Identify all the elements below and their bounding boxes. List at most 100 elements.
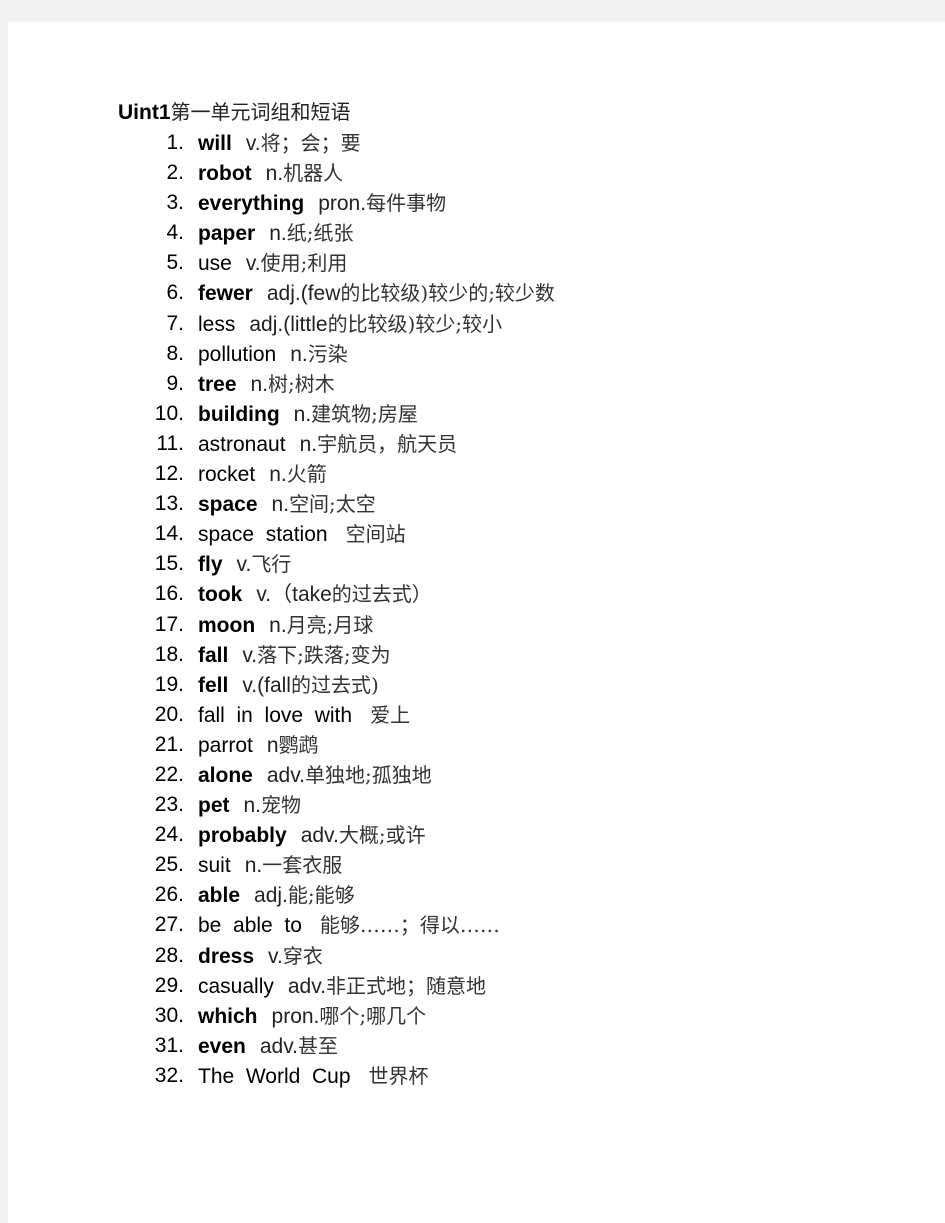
- item-term-line: paper n.纸;纸张: [198, 218, 353, 249]
- item-meaning: 的过去式): [290, 672, 379, 697]
- item-part-of-speech: n.: [269, 222, 287, 246]
- item-definition: adj.能;能够: [254, 883, 355, 908]
- item-part-of-speech: v.: [236, 553, 252, 577]
- item-term-line: alone adv.单独地;孤独地: [198, 760, 432, 791]
- item-term-line: robot n.机器人: [198, 158, 343, 189]
- item-part-of-speech: adv.: [287, 974, 327, 998]
- item-term: use: [198, 252, 232, 276]
- item-definition: n.建筑物;房屋: [293, 402, 418, 426]
- item-meaning: 一套衣服: [262, 853, 343, 878]
- item-part-of-speech: v.: [242, 643, 258, 667]
- item-term: will: [198, 132, 232, 155]
- item-meaning: 宇航员，航天员: [317, 431, 458, 456]
- item-meaning: 空间站: [345, 522, 406, 547]
- item-number: 27.: [154, 913, 184, 937]
- item-term-line: pollution n.污染: [198, 339, 348, 370]
- item-part-of-speech: n.: [271, 493, 290, 517]
- item-definition: v.使用;利用: [245, 251, 348, 276]
- item-number: 5.: [166, 251, 184, 275]
- item-meaning: 宠物: [261, 793, 302, 818]
- item-term-line: fewer adj.(few的比较级)较少的;较少数: [198, 278, 555, 309]
- item-meaning: 使用;利用: [260, 251, 348, 276]
- item-term: pet: [198, 794, 230, 818]
- item-meaning: 月亮;月球: [286, 612, 374, 637]
- item-number: 31.: [154, 1033, 184, 1057]
- item-term-line: use v.使用;利用: [198, 248, 347, 279]
- item-term: robot: [198, 162, 252, 186]
- item-definition: pron.每件事物: [318, 191, 446, 215]
- item-term-line: less adj.(little的比较级)较少;较小: [198, 309, 502, 340]
- item-part-of-speech: v.: [245, 252, 261, 276]
- item-term: tree: [198, 372, 237, 396]
- item-term-line: pet n.宠物: [198, 790, 301, 821]
- item-meaning: 飞行: [251, 552, 292, 577]
- item-term: fewer: [198, 282, 253, 306]
- item-term: pollution: [198, 342, 277, 366]
- item-part-of-speech: adv.: [266, 763, 305, 787]
- item-term-line: moon n.月亮;月球: [198, 610, 373, 641]
- item-term-line: rocket n.火箭: [198, 459, 327, 490]
- item-term-line: took v.（take的过去式）: [198, 579, 432, 610]
- item-meaning: 大概;或许: [338, 823, 426, 848]
- item-meaning: 纸;纸张: [286, 221, 354, 246]
- item-term-line: space n.空间;太空: [198, 489, 376, 520]
- item-term: dress: [198, 944, 255, 968]
- item-number: 13.: [154, 492, 184, 516]
- item-definition: n.污染: [290, 341, 348, 366]
- item-definition: n.树;树木: [251, 371, 335, 396]
- item-term-line: astronaut n.宇航员，航天员: [198, 429, 457, 460]
- item-meaning: 能;能够: [287, 883, 355, 908]
- item-number: 26.: [154, 883, 184, 907]
- item-number: 10.: [154, 401, 184, 425]
- item-meaning: 世界杯: [368, 1063, 429, 1088]
- item-term: paper: [198, 222, 256, 246]
- item-definition: v.落下;跌落;变为: [242, 642, 391, 667]
- item-definition: adv.单独地;孤独地: [266, 763, 432, 787]
- item-definition: v.(fall的过去式): [242, 672, 379, 697]
- item-part-of-speech: n.: [293, 402, 312, 426]
- item-term-line: fell v.(fall的过去式): [198, 670, 379, 701]
- item-term: be able to: [198, 914, 302, 938]
- item-definition: adj.(few的比较级)较少的;较少数: [266, 281, 555, 306]
- item-part-of-speech: n: [266, 733, 279, 757]
- document-page: Uint1第一单元词组和短语 1. will v.将；会；要 2. robot n.…: [8, 22, 945, 1223]
- item-definition: n鹦鹉: [266, 733, 319, 757]
- item-meaning: 的比较级)较少;较小: [327, 311, 503, 336]
- item-part-of-speech: adj.(few: [266, 282, 341, 306]
- item-part-of-speech: adv.: [300, 824, 339, 848]
- item-term: probably: [198, 824, 287, 848]
- item-meaning: 污染: [307, 341, 348, 366]
- item-term-line: fall v.落下;跌落;变为: [198, 640, 391, 671]
- item-definition: adv.甚至: [259, 1034, 338, 1058]
- item-definition: n.宇航员，航天员: [299, 431, 458, 456]
- item-meaning: 的比较级)较少的;较少数: [340, 281, 555, 306]
- item-definition: n.宠物: [243, 793, 302, 818]
- item-part-of-speech: adj.: [254, 884, 288, 908]
- item-number: 32.: [154, 1063, 184, 1087]
- item-number: 28.: [154, 943, 184, 967]
- item-part-of-speech: n.: [299, 432, 318, 456]
- item-term-line: suit n.一套衣服: [198, 850, 342, 881]
- item-part-of-speech: pron.: [271, 1004, 320, 1028]
- item-term-line: casually adv.非正式地；随意地: [198, 971, 486, 1002]
- item-number: 16.: [154, 582, 184, 606]
- title-unit: Uint1: [118, 101, 171, 124]
- item-meaning: 哪个;哪几个: [319, 1003, 427, 1028]
- item-definition: n.机器人: [266, 161, 344, 185]
- item-term: space: [198, 493, 258, 517]
- item-term-line: able adj.能;能够: [198, 880, 355, 911]
- item-part-of-speech: n.: [243, 794, 262, 818]
- item-number: 1.: [166, 131, 184, 154]
- item-meaning: 树;树木: [268, 371, 335, 396]
- item-number: 18.: [154, 642, 184, 666]
- item-term: parrot: [198, 733, 253, 757]
- item-part-of-speech: n.: [269, 463, 287, 487]
- item-number: 30.: [154, 1003, 184, 1027]
- item-definition: v.将；会；要: [246, 131, 361, 155]
- item-term-line: The World Cup 世界杯: [198, 1061, 429, 1092]
- item-term: casually: [198, 974, 274, 998]
- item-number: 14.: [154, 522, 184, 546]
- item-part-of-speech: adv.: [259, 1034, 299, 1058]
- item-number: 23.: [154, 793, 184, 817]
- item-meaning: 落下;跌落;变为: [257, 642, 391, 667]
